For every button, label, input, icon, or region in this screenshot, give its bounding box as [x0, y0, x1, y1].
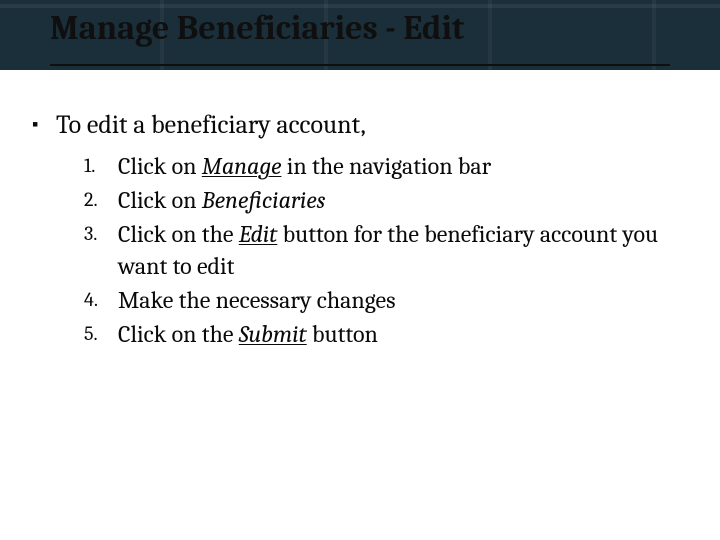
list-item: Make the necessary changes	[84, 284, 690, 316]
intro-text: To edit a beneficiary account,	[56, 108, 366, 142]
step-text: Click on the Submit button	[118, 318, 690, 350]
step-em: Manage	[202, 152, 282, 180]
slide-title: Manage Beneficiaries - Edit	[50, 6, 670, 66]
step-pre: Click on	[118, 186, 202, 214]
step-text: Click on the Edit button for the benefic…	[118, 218, 690, 282]
list-item: Click on the Submit button	[84, 318, 690, 350]
step-pre: Click on	[118, 152, 202, 180]
list-item: Click on Manage in the navigation bar	[84, 150, 690, 182]
step-text: Make the necessary changes	[118, 284, 690, 316]
slide: Manage Beneficiaries - Edit ▪ To edit a …	[0, 0, 720, 540]
step-post: button	[307, 320, 378, 348]
step-post: in the navigation bar	[281, 152, 491, 180]
bullet-marker: ▪	[30, 108, 56, 142]
intro-bullet: ▪ To edit a beneficiary account,	[30, 108, 690, 142]
step-text: Click on Beneficiaries	[118, 184, 690, 216]
step-text: Click on Manage in the navigation bar	[118, 150, 690, 182]
step-em: Edit	[239, 220, 278, 248]
step-pre: Make the necessary changes	[118, 286, 396, 314]
steps-list: Click on Manage in the navigation bar Cl…	[84, 150, 690, 350]
step-em: Submit	[239, 320, 307, 348]
list-item: Click on Beneficiaries	[84, 184, 690, 216]
content-area: ▪ To edit a beneficiary account, Click o…	[30, 108, 690, 352]
list-item: Click on the Edit button for the benefic…	[84, 218, 690, 282]
step-pre: Click on the	[118, 220, 239, 248]
step-pre: Click on the	[118, 320, 239, 348]
step-em: Beneficiaries	[202, 186, 326, 214]
